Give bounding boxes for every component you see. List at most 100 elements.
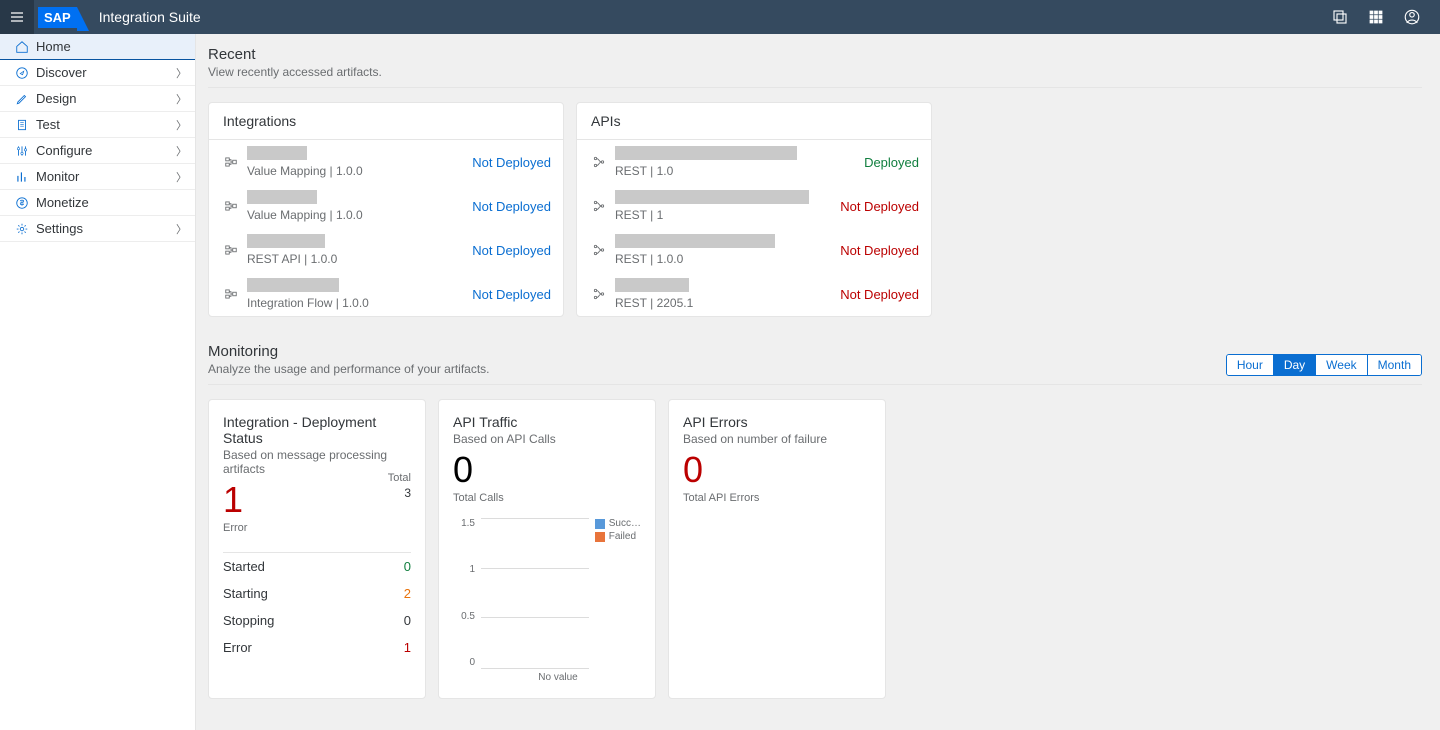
copy-icon-button[interactable] — [1324, 1, 1356, 33]
user-profile-button[interactable] — [1396, 1, 1428, 33]
recent-subtitle: View recently accessed artifacts. — [208, 65, 1422, 79]
artifact-name-placeholder — [615, 234, 775, 248]
sidebar-item-monetize[interactable]: Monetize — [0, 190, 195, 216]
sidebar-item-discover[interactable]: Discover 〉 — [0, 60, 195, 86]
artifact-body: Value Mapping | 1.0.0 — [247, 146, 363, 178]
deployment-row-label: Starting — [223, 586, 268, 601]
chart-y-tick: 0 — [453, 657, 475, 668]
chart-legend: Succ… Failed — [595, 518, 641, 668]
integration-flow-icon — [221, 287, 241, 301]
integrations-panel-title: Integrations — [209, 103, 563, 140]
artifact-body: Integration Flow | 1.0.0 — [247, 278, 369, 310]
app-launcher-button[interactable] — [1360, 1, 1392, 33]
chevron-right-icon: 〉 — [176, 143, 187, 159]
artifact-body: Value Mapping | 1.0.0 — [247, 190, 363, 222]
artifact-name-placeholder — [615, 278, 689, 292]
deployment-big-number: 1 — [223, 482, 411, 518]
sidebar-item-label: Monitor — [36, 169, 79, 184]
errors-big-number: 0 — [683, 452, 871, 488]
deployment-row-label: Started — [223, 559, 265, 574]
chart-y-tick: 1.5 — [453, 518, 475, 529]
person-icon — [1403, 8, 1421, 26]
artifact-body: REST | 1.0.0 — [615, 234, 775, 266]
sidebar-item-test[interactable]: Test 〉 — [0, 112, 195, 138]
sidebar-item-label: Settings — [36, 221, 83, 236]
traffic-chart: 1.5 1 0.5 0 Succ… Failed — [453, 518, 641, 668]
sidebar-item-label: Design — [36, 91, 76, 106]
artifact-status: Not Deployed — [472, 199, 551, 214]
artifact-status: Deployed — [864, 155, 919, 170]
bar-chart-icon — [15, 170, 29, 184]
seg-btn-week[interactable]: Week — [1316, 355, 1367, 375]
sidebar-item-monitor[interactable]: Monitor 〉 — [0, 164, 195, 190]
sidebar-item-settings[interactable]: Settings 〉 — [0, 216, 195, 242]
artifact-name-placeholder — [247, 190, 317, 204]
integration-flow-icon — [221, 155, 241, 169]
deployment-row: Started 0 — [223, 553, 411, 580]
sidebar-item-label: Test — [36, 117, 60, 132]
integration-artifact[interactable]: Value Mapping | 1.0.0 Not Deployed — [209, 184, 563, 228]
deployment-status-card[interactable]: Integration - Deployment Status Based on… — [208, 399, 426, 699]
artifact-status: Not Deployed — [840, 199, 919, 214]
api-artifact[interactable]: REST | 1.0.0Not Deployed — [577, 228, 931, 272]
card-subtitle: Based on message processing artifacts — [223, 448, 411, 476]
legend-failed: Failed — [595, 531, 641, 542]
chart-y-tick: 1 — [453, 564, 475, 575]
sidebar-item-home[interactable]: Home — [0, 34, 195, 60]
deployment-row-label: Stopping — [223, 613, 274, 628]
api-artifact[interactable]: REST | 1 Not Deployed — [577, 184, 931, 228]
seg-btn-day[interactable]: Day — [1274, 355, 1316, 375]
artifact-name-placeholder — [247, 146, 307, 160]
sliders-icon — [15, 144, 29, 158]
recent-row: Integrations Value Mapping | 1.0.0 Not De… — [208, 102, 1422, 317]
deployment-list: Started0Starting2Stopping0Error1 — [223, 552, 411, 661]
chart-y-tick: 0.5 — [453, 611, 475, 622]
sidebar: Home Discover 〉 Design 〉 Test 〉 Configur… — [0, 34, 196, 730]
sidebar-item-label: Home — [36, 39, 71, 54]
main-content[interactable]: Recent View recently accessed artifacts.… — [196, 34, 1440, 730]
sidebar-item-design[interactable]: Design 〉 — [0, 86, 195, 112]
artifact-meta: Integration Flow | 1.0.0 — [247, 296, 369, 310]
api-share-icon — [589, 155, 609, 169]
card-title: API Errors — [683, 414, 871, 430]
deployment-row-value: 0 — [404, 559, 411, 574]
total-value: 3 — [388, 486, 411, 500]
integration-artifact[interactable]: REST API | 1.0.0Not Deployed — [209, 228, 563, 272]
chevron-right-icon: 〉 — [176, 117, 187, 133]
deployment-row-value: 2 — [404, 586, 411, 601]
artifact-status: Not Deployed — [472, 243, 551, 258]
artifact-status: Not Deployed — [472, 287, 551, 302]
chart-x-label: No value — [475, 672, 641, 683]
legend-swatch-icon — [595, 532, 605, 542]
menu-toggle-button[interactable] — [0, 0, 34, 34]
time-range-segmented: HourDayWeekMonth — [1226, 354, 1422, 376]
artifact-name-placeholder — [615, 146, 797, 160]
divider — [208, 87, 1422, 88]
seg-btn-hour[interactable]: Hour — [1227, 355, 1274, 375]
artifact-meta: REST | 1 — [615, 208, 809, 222]
artifact-name-placeholder — [615, 190, 809, 204]
artifact-meta: REST | 1.0.0 — [615, 252, 775, 266]
artifact-body: REST | 1.0 — [615, 146, 797, 178]
document-icon — [15, 118, 29, 132]
integrations-panel: Integrations Value Mapping | 1.0.0 Not De… — [208, 102, 564, 317]
deployment-row: Starting 2 — [223, 580, 411, 607]
artifact-name-placeholder — [247, 234, 325, 248]
api-traffic-card[interactable]: API Traffic Based on API Calls 0 Total C… — [438, 399, 656, 699]
api-artifact[interactable]: REST | 1.0 Deployed — [577, 140, 931, 184]
artifact-meta: REST | 2205.1 — [615, 296, 693, 310]
deployment-row-value: 0 — [404, 613, 411, 628]
api-artifact[interactable]: REST | 2205.1Not Deployed — [577, 272, 931, 316]
shell-bar: SAP Integration Suite — [0, 0, 1440, 34]
traffic-big-label: Total Calls — [453, 492, 641, 504]
integration-artifact[interactable]: Value Mapping | 1.0.0Not Deployed — [209, 140, 563, 184]
divider — [208, 384, 1422, 385]
api-share-icon — [589, 243, 609, 257]
chevron-right-icon: 〉 — [176, 65, 187, 81]
seg-btn-month[interactable]: Month — [1368, 355, 1421, 375]
integration-artifact[interactable]: Integration Flow | 1.0.0 Not Deployed — [209, 272, 563, 316]
card-title: API Traffic — [453, 414, 641, 430]
sidebar-item-configure[interactable]: Configure 〉 — [0, 138, 195, 164]
deployment-row-value: 1 — [404, 640, 411, 655]
api-errors-card[interactable]: API Errors Based on number of failure 0 … — [668, 399, 886, 699]
